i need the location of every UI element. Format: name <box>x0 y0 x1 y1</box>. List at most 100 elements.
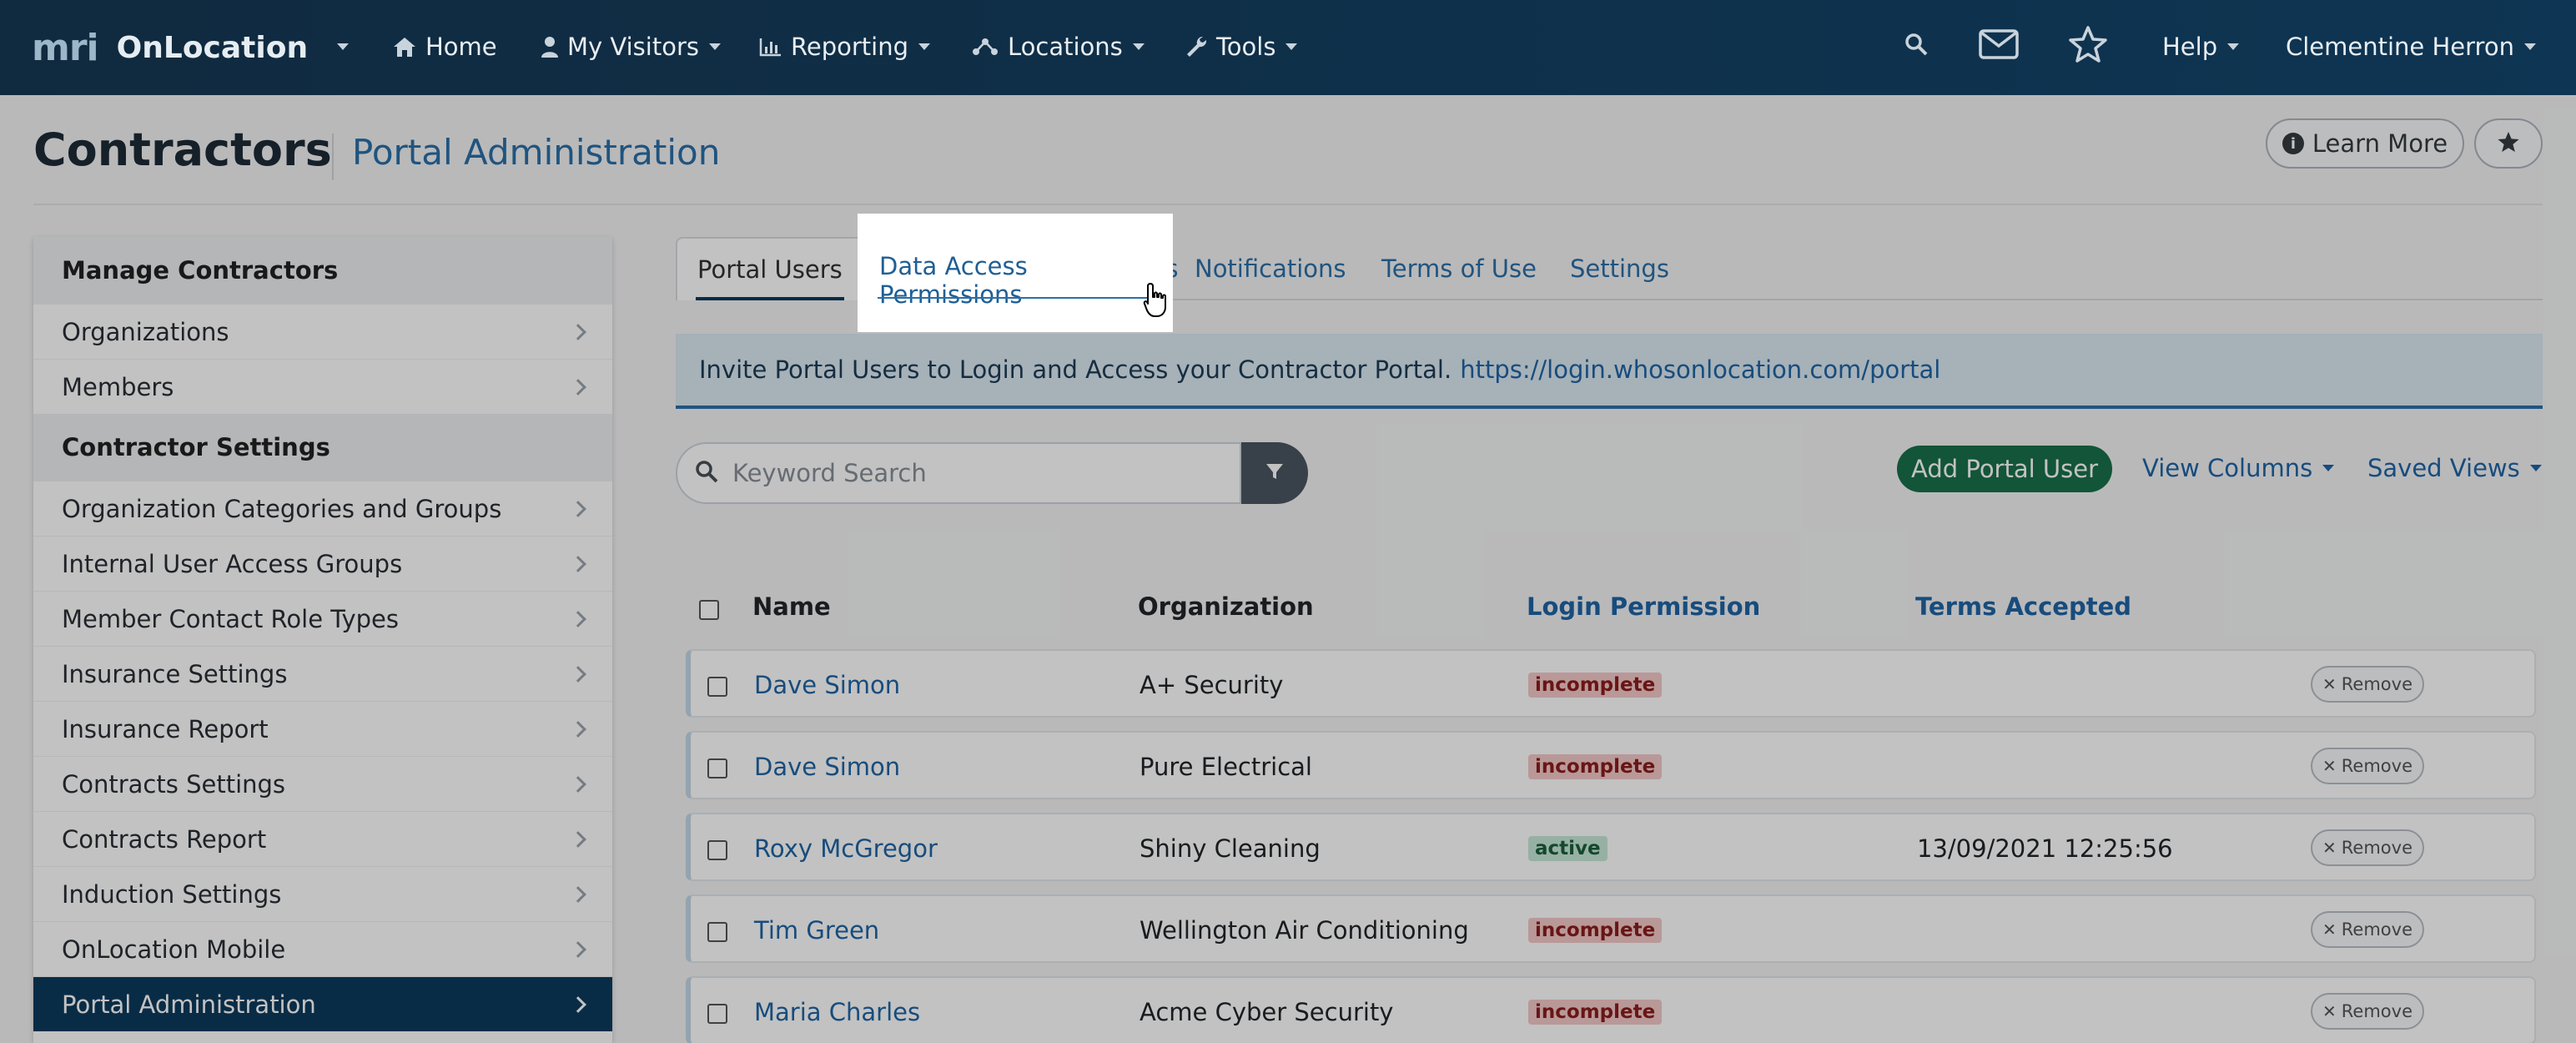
nav-my-visitors[interactable]: My Visitors <box>541 28 721 65</box>
sidebar-item-contracts-report[interactable]: Contracts Report <box>33 811 612 866</box>
sidebar-item-contracts-settings[interactable]: Contracts Settings <box>33 756 612 811</box>
top-nav-bar: mri OnLocation Home My Visitors Reportin… <box>0 0 2576 95</box>
user-name-link[interactable]: Maria Charles <box>754 998 920 1026</box>
sidebar-item-member-contact-role[interactable]: Member Contact Role Types <box>33 591 612 646</box>
chevron-right-icon <box>570 500 586 517</box>
organization-cell: Shiny Cleaning <box>1140 834 1321 863</box>
tab-label: Portal Users <box>697 255 843 284</box>
column-header-login-permission[interactable]: Login Permission <box>1527 592 1760 621</box>
chevron-right-icon <box>570 378 586 396</box>
brand-dropdown-toggle[interactable] <box>327 28 349 65</box>
close-icon: ✕ <box>2322 838 2337 858</box>
tab-settings[interactable]: Settings <box>1570 237 1669 300</box>
sidebar-item-onlocation-mobile[interactable]: OnLocation Mobile <box>33 921 612 976</box>
star-icon <box>2496 130 2521 157</box>
remove-label: Remove <box>2341 756 2412 776</box>
user-name-link[interactable]: Tim Green <box>754 916 879 945</box>
tab-label: Terms of Use <box>1381 254 1537 283</box>
filter-icon <box>1265 461 1285 485</box>
nav-reporting-label: Reporting <box>791 33 908 61</box>
view-columns-dropdown[interactable]: View Columns <box>2142 454 2335 482</box>
sidebar-item-members[interactable]: Members <box>33 359 612 414</box>
nav-tools[interactable]: Tools <box>1185 28 1298 65</box>
sidebar-item-internal-user-access[interactable]: Internal User Access Groups <box>33 536 612 591</box>
search-button[interactable] <box>1904 28 1929 65</box>
envelope-icon <box>1979 28 2019 65</box>
view-columns-label: View Columns <box>2142 454 2313 482</box>
sidebar-item-label: Organization Categories and Groups <box>62 494 502 523</box>
nav-locations[interactable]: Locations <box>971 28 1145 65</box>
sidebar-item-induction-settings[interactable]: Induction Settings <box>33 866 612 921</box>
nav-home-label: Home <box>425 33 497 61</box>
hand-pointer-icon <box>1143 282 1170 322</box>
learn-more-button[interactable]: i Learn More <box>2266 118 2464 169</box>
remove-button[interactable]: ✕ Remove <box>2311 829 2424 866</box>
row-checkbox[interactable] <box>707 922 727 942</box>
favorites-button[interactable] <box>2067 25 2109 65</box>
column-header-name[interactable]: Name <box>752 592 831 621</box>
add-portal-user-button[interactable]: Add Portal User <box>1897 446 2112 492</box>
learn-more-label: Learn More <box>2312 129 2448 158</box>
sidebar-item-label: Member Contact Role Types <box>62 604 399 633</box>
remove-button[interactable]: ✕ Remove <box>2311 993 2424 1030</box>
remove-button[interactable]: ✕ Remove <box>2311 911 2424 948</box>
user-name-link[interactable]: Dave Simon <box>754 753 900 781</box>
status-badge: incomplete <box>1528 918 1663 943</box>
row-checkbox[interactable] <box>707 677 727 697</box>
saved-views-dropdown[interactable]: Saved Views <box>2367 454 2542 482</box>
chevron-down-icon <box>2523 43 2536 50</box>
table-row: Tim Green Wellington Air Conditioning in… <box>686 894 2536 963</box>
sidebar-item-portal-administration[interactable]: Portal Administration <box>33 976 612 1031</box>
nav-reporting[interactable]: Reporting <box>759 28 930 65</box>
sidebar-item-insurance-report[interactable]: Insurance Report <box>33 701 612 756</box>
nav-help[interactable]: Help <box>2162 28 2240 65</box>
close-icon: ✕ <box>2322 756 2337 776</box>
organization-cell: A+ Security <box>1140 671 1284 699</box>
organization-cell: Wellington Air Conditioning <box>1140 916 1469 945</box>
tab-notifications[interactable]: Notifications <box>1195 237 1346 300</box>
status-badge: incomplete <box>1528 1000 1663 1025</box>
user-name-link[interactable]: Roxy McGregor <box>754 834 938 863</box>
favorite-page-button[interactable] <box>2474 118 2543 169</box>
column-header-organization[interactable]: Organization <box>1138 592 1314 621</box>
chevron-right-icon <box>570 720 586 738</box>
remove-label: Remove <box>2341 920 2412 940</box>
user-name-link[interactable]: Dave Simon <box>754 671 900 699</box>
sidebar-item-label: Contracts Settings <box>62 769 286 799</box>
organization-cell: Acme Cyber Security <box>1140 998 1394 1026</box>
sidebar-item-label: Contracts Report <box>62 824 267 854</box>
nav-tools-label: Tools <box>1216 33 1276 61</box>
chevron-right-icon <box>570 555 586 572</box>
select-all-checkbox[interactable] <box>699 600 719 620</box>
search-input[interactable] <box>732 459 1200 487</box>
sidebar-item-insurance-settings[interactable]: Insurance Settings <box>33 646 612 701</box>
tab-terms-of-use[interactable]: Terms of Use <box>1381 237 1537 300</box>
filter-button[interactable] <box>1241 442 1308 504</box>
sidebar-item-label: Insurance Settings <box>62 659 288 688</box>
chevron-right-icon <box>570 323 586 340</box>
tour-spotlight-data-access-tab[interactable]: Data Access Permissions <box>858 214 1173 332</box>
remove-label: Remove <box>2341 838 2412 858</box>
row-checkbox[interactable] <box>707 758 727 778</box>
remove-button[interactable]: ✕ Remove <box>2311 748 2424 784</box>
page-title: Contractors <box>33 123 332 176</box>
remove-label: Remove <box>2341 1001 2412 1021</box>
sidebar: Manage Contractors Organizations Members… <box>33 237 612 1043</box>
nav-home[interactable]: Home <box>392 28 497 65</box>
row-checkbox[interactable] <box>707 1004 727 1024</box>
brand-name: OnLocation <box>116 30 309 65</box>
remove-button[interactable]: ✕ Remove <box>2311 666 2424 703</box>
portal-link[interactable]: https://login.whosonlocation.com/portal <box>1460 355 1940 384</box>
row-checkbox[interactable] <box>707 840 727 860</box>
user-menu[interactable]: Clementine Herron <box>2286 28 2536 65</box>
tab-portal-users[interactable]: Portal Users <box>676 237 864 300</box>
messages-button[interactable] <box>1979 28 2019 65</box>
sidebar-section-manage: Manage Contractors <box>33 237 612 304</box>
title-divider <box>332 134 334 180</box>
sidebar-item-organizations[interactable]: Organizations <box>33 304 612 359</box>
sidebar-item-org-categories[interactable]: Organization Categories and Groups <box>33 481 612 536</box>
column-header-terms-accepted[interactable]: Terms Accepted <box>1915 592 2131 621</box>
search-icon <box>694 459 719 487</box>
brand-logo[interactable]: mri OnLocation <box>32 25 308 70</box>
banner-text: Invite Portal Users to Login and Access … <box>699 355 1452 384</box>
